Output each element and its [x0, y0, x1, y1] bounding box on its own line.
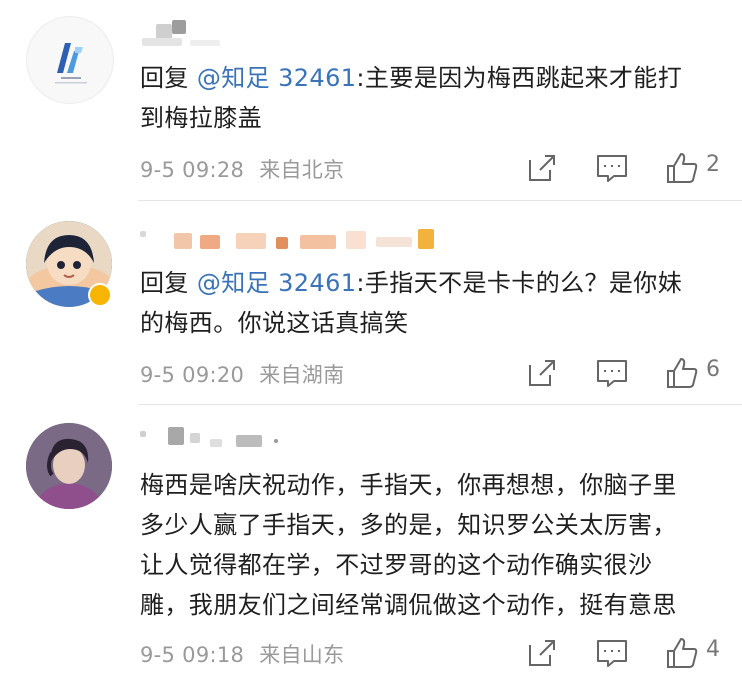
location: 来自北京: [259, 158, 345, 182]
comment-line: 多少人赢了手指天，多的是，知识罗公关太厉害，: [140, 511, 677, 539]
avatar[interactable]: [26, 423, 112, 509]
comment-item: 梅西是啥庆祝动作，手指天，你再想想，你脑子里 多少人赢了手指天，多的是，知识罗公…: [0, 405, 742, 684]
person-avatar-icon: [26, 423, 112, 509]
share-icon[interactable]: [524, 635, 560, 671]
comment-meta: 9-5 09:20 来自湖南: [140, 359, 344, 389]
logo-avatar-icon: [28, 18, 112, 102]
comment-icon[interactable]: [594, 150, 630, 186]
timestamp: 9-5 09:20: [140, 363, 245, 387]
like-count: 6: [706, 357, 720, 382]
comment-icon[interactable]: [594, 355, 630, 391]
reply-prefix: 回复: [140, 64, 189, 92]
username-obscured[interactable]: [140, 427, 300, 449]
mention-link[interactable]: @知足 32461: [197, 269, 357, 297]
comment-actions: 4: [520, 635, 730, 675]
comment-item: 回复 @知足 32461:手指天不是卡卡的么？是你妹 的梅西。你说这话真搞笑 9…: [0, 201, 742, 404]
comment-text: 回复 @知足 32461:主要是因为梅西跳起来才能打 到梅拉膝盖: [140, 58, 720, 138]
mention-link[interactable]: @知足 32461: [197, 64, 357, 92]
comment-line: 梅西是啥庆祝动作，手指天，你再想想，你脑子里: [140, 471, 677, 499]
timestamp: 9-5 09:18: [140, 643, 245, 667]
comment-line: 的梅西。你说这话真搞笑: [140, 309, 409, 337]
username-obscured[interactable]: [140, 20, 240, 48]
verified-badge-icon: [88, 283, 112, 307]
thumbs-up-icon[interactable]: [664, 635, 700, 671]
comment-meta: 9-5 09:18 来自山东: [140, 639, 344, 669]
comment-line: 雕，我朋友们之间经常调侃做这个动作，挺有意思: [140, 591, 677, 619]
username-obscured[interactable]: [140, 229, 460, 251]
comment-line: :主要是因为梅西跳起来才能打: [356, 64, 683, 92]
avatar[interactable]: [26, 16, 114, 104]
comment-meta: 9-5 09:28 来自北京: [140, 154, 344, 184]
comment-text: 梅西是啥庆祝动作，手指天，你再想想，你脑子里 多少人赢了手指天，多的是，知识罗公…: [140, 465, 720, 625]
share-icon[interactable]: [524, 150, 560, 186]
comment-icon[interactable]: [594, 635, 630, 671]
share-icon[interactable]: [524, 355, 560, 391]
reply-prefix: 回复: [140, 269, 189, 297]
thumbs-up-icon[interactable]: [664, 355, 700, 391]
comment-item: 回复 @知足 32461:主要是因为梅西跳起来才能打 到梅拉膝盖 9-5 09:…: [0, 0, 742, 200]
timestamp: 9-5 09:28: [140, 158, 245, 182]
like-count: 4: [706, 637, 720, 662]
comment-actions: 2: [520, 150, 730, 190]
location: 来自湖南: [259, 363, 345, 387]
comment-line: :手指天不是卡卡的么？是你妹: [356, 269, 683, 297]
thumbs-up-icon[interactable]: [664, 150, 700, 186]
location: 来自山东: [259, 643, 345, 667]
comment-actions: 6: [520, 355, 730, 395]
like-count: 2: [706, 152, 720, 177]
comment-line: 让人觉得都在学，不过罗哥的这个动作确实很沙: [140, 551, 653, 579]
comment-text: 回复 @知足 32461:手指天不是卡卡的么？是你妹 的梅西。你说这话真搞笑: [140, 263, 720, 343]
comment-line: 到梅拉膝盖: [140, 104, 262, 132]
